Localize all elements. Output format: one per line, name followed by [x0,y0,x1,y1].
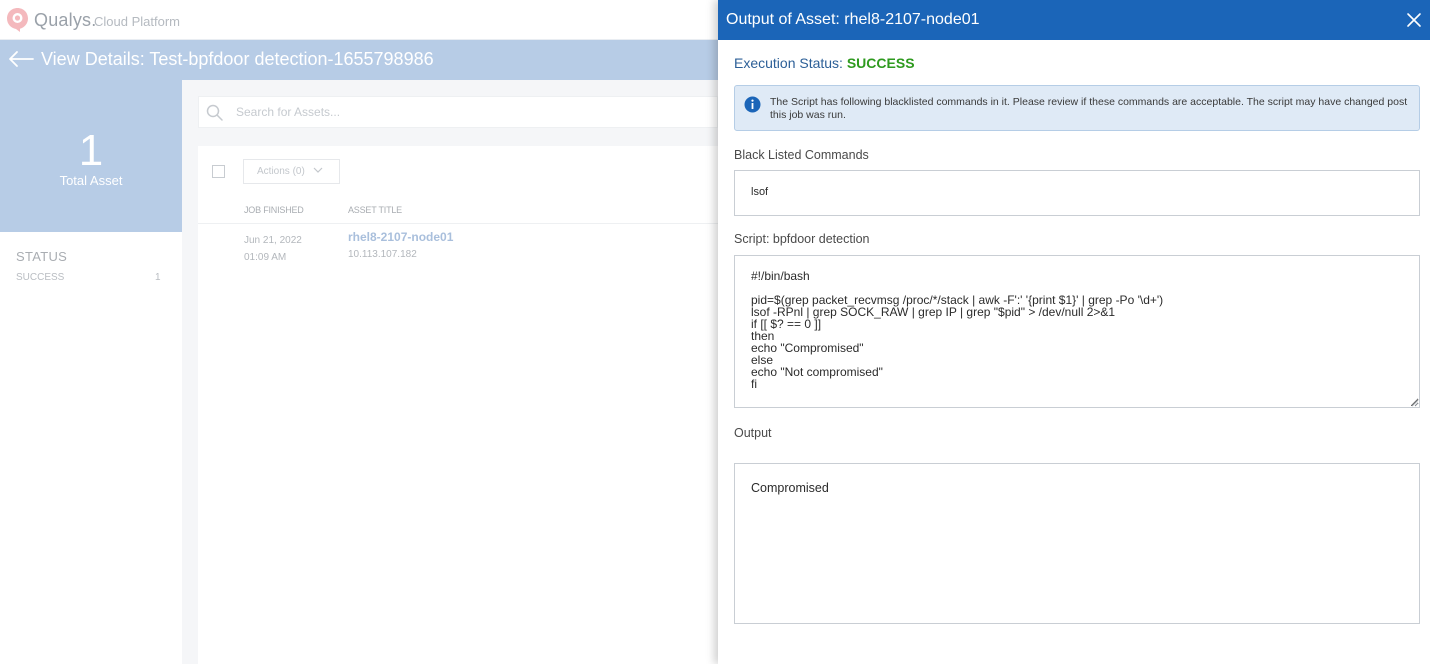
page-title: View Details: Test-bpfdoor detection-165… [41,49,434,69]
search-input[interactable] [236,101,706,123]
column-header-asset-title[interactable]: ASSET TITLE [348,205,402,215]
blacklist-commands-field[interactable]: lsof [734,170,1420,216]
status-filter-heading: STATUS [16,249,68,264]
script-label: Script: bpfdoor detection [734,232,870,246]
drawer-title: Output of Asset: rhel8-2107-node01 [726,11,980,29]
total-asset-count: 1 [78,126,104,175]
drawer-header: Output of Asset: rhel8-2107-node01 [718,0,1430,40]
script-textarea[interactable]: #!/bin/bash pid=$(grep packet_recvmsg /p… [734,255,1420,408]
select-all-checkbox[interactable] [212,165,225,178]
back-arrow-icon[interactable] [8,50,34,68]
execution-status-label: Execution Status: [734,55,847,71]
chevron-down-icon [313,167,323,173]
blacklist-label: Black Listed Commands [734,148,869,162]
table-row: Jun 21, 2022 01:09 AM [244,232,302,266]
info-icon [744,96,761,113]
asset-title-link[interactable]: rhel8-2107-node01 [348,230,453,244]
logo-subtitle: Cloud Platform [94,14,180,29]
actions-dropdown[interactable]: Actions (0) [243,159,340,184]
output-label: Output [734,426,772,440]
status-filter-count: 1 [155,272,161,283]
blacklist-warning-banner: The Script has following blacklisted com… [734,85,1420,131]
logo-text: Qualys. [34,10,97,30]
total-asset-label: Total Asset [59,173,123,188]
close-icon[interactable] [1406,12,1422,28]
job-finished-time: 01:09 AM [244,252,287,263]
column-header-job-finished[interactable]: JOB FINISHED [244,205,304,215]
search-icon [206,104,223,121]
asset-output-drawer: Output of Asset: rhel8-2107-node01 Execu… [718,0,1430,664]
qualys-logo-icon [7,8,28,32]
drawer-title-prefix: Output of Asset: [726,11,845,28]
drawer-title-asset: rhel8-2107-node01 [844,11,980,28]
actions-label: Actions (0) [257,166,305,177]
status-filter-item-success[interactable]: SUCCESS [16,272,64,283]
column-divider [198,223,718,224]
execution-status-value: SUCCESS [846,55,915,71]
job-finished-date: Jun 21, 2022 [244,235,302,246]
execution-status: Execution Status: SUCCESS [734,55,915,71]
blacklist-warning-text: The Script has following blacklisted com… [770,96,1408,121]
output-field[interactable]: Compromised [734,463,1420,624]
resize-grip-icon[interactable] [1411,399,1419,407]
asset-ip: 10.113.107.182 [348,249,417,260]
